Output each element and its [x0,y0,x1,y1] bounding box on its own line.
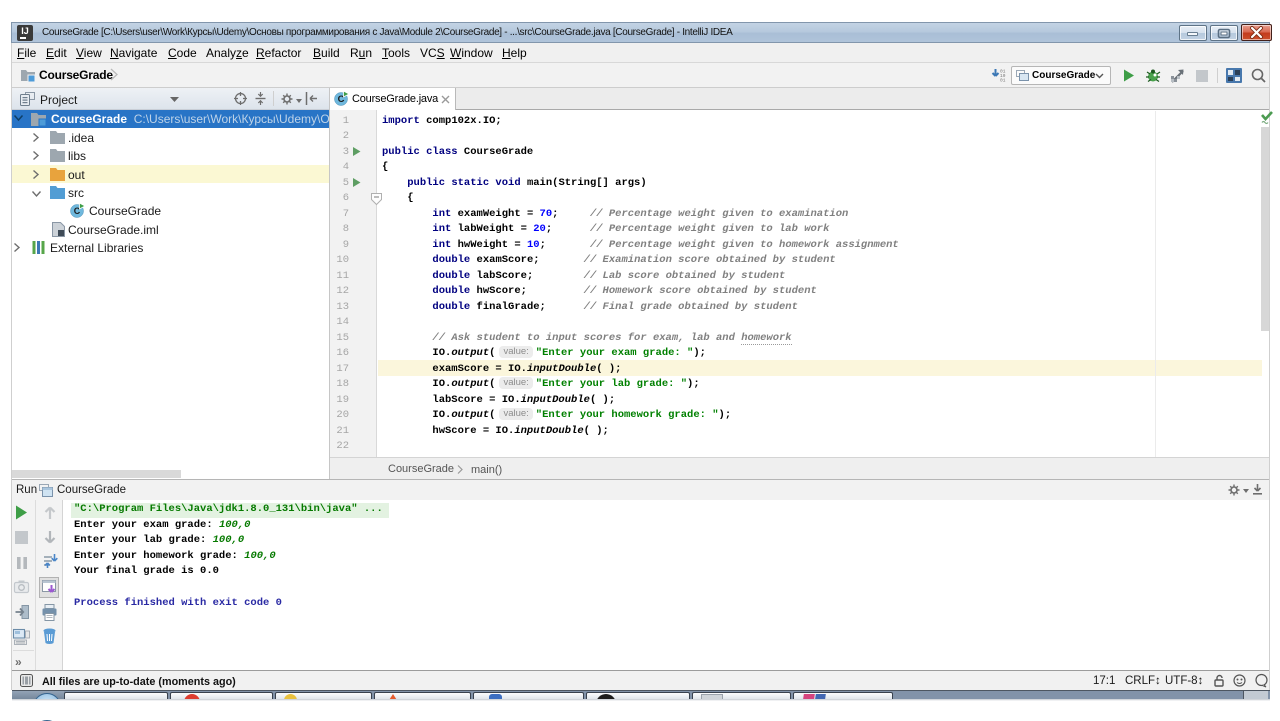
svg-text:01: 01 [1000,78,1006,84]
